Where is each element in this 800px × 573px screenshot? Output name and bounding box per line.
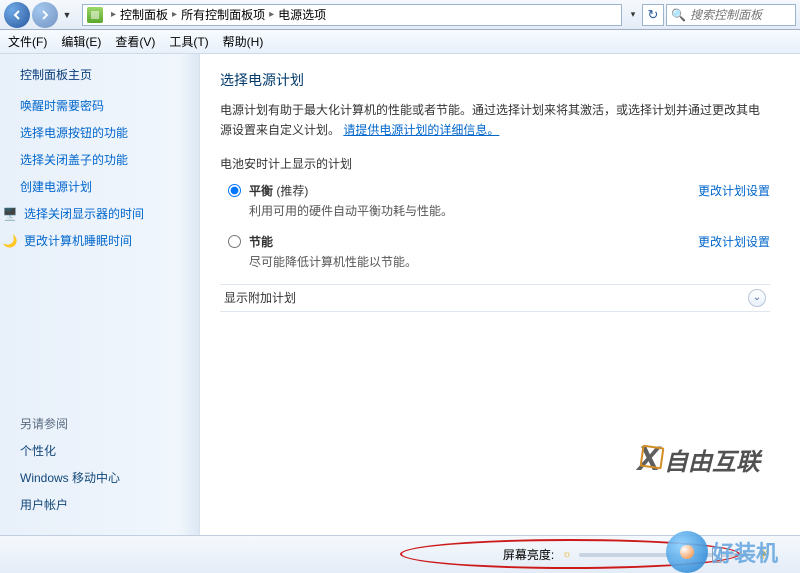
- search-box[interactable]: 🔍: [666, 4, 796, 26]
- control-panel-icon: [87, 7, 103, 23]
- plan-name-balanced: 平衡 (推荐): [249, 182, 688, 199]
- breadcrumb[interactable]: ▸ 控制面板 ▸ 所有控制面板项 ▸ 电源选项: [82, 4, 622, 26]
- plan-settings-link-balanced[interactable]: 更改计划设置: [698, 182, 770, 199]
- crumb-power-options[interactable]: 电源选项: [278, 6, 326, 23]
- nav-buttons: ▼: [0, 2, 78, 28]
- plan-row-balanced: 平衡 (推荐) 利用可用的硬件自动平衡功耗与性能。 更改计划设置: [220, 182, 770, 219]
- crumb-control-panel[interactable]: 控制面板: [120, 6, 168, 23]
- menu-help[interactable]: 帮助(H): [223, 33, 264, 50]
- nav-history-dropdown[interactable]: ▼: [60, 5, 74, 25]
- chevron-right-icon: ▸: [107, 9, 120, 20]
- refresh-button[interactable]: ↻: [642, 4, 664, 26]
- sidebar-link-create-plan[interactable]: 创建电源计划: [20, 178, 195, 195]
- page-description: 电源计划有助于最大化计算机的性能或者节能。通过选择计划来将其激活，或选择计划并通…: [220, 100, 770, 141]
- arrow-right-icon: [39, 9, 51, 21]
- plan-desc-balanced: 利用可用的硬件自动平衡功耗与性能。: [249, 202, 688, 219]
- crumb-all-items[interactable]: 所有控制面板项: [181, 6, 265, 23]
- sidebar-item-label: 选择关闭显示器的时间: [24, 205, 144, 222]
- search-input[interactable]: [690, 8, 791, 22]
- arrow-left-icon: [11, 9, 23, 21]
- sidebar-link-wake-password[interactable]: 唤醒时需要密码: [20, 97, 195, 114]
- menu-edit[interactable]: 编辑(E): [61, 33, 101, 50]
- plan-radio-saver[interactable]: [228, 235, 241, 248]
- sidebar-link-power-button[interactable]: 选择电源按钮的功能: [20, 124, 195, 141]
- brightness-slider[interactable]: [579, 553, 749, 557]
- sidebar-link-personalize[interactable]: 个性化: [20, 442, 195, 459]
- plan-desc-saver: 尽可能降低计算机性能以节能。: [249, 253, 688, 270]
- chevron-down-icon: ⌄: [748, 289, 766, 307]
- menu-file[interactable]: 文件(F): [8, 33, 47, 50]
- sidebar-link-sleep-time[interactable]: 🌙 更改计算机睡眠时间: [2, 232, 195, 249]
- menu-view[interactable]: 查看(V): [115, 33, 155, 50]
- search-icon: 🔍: [671, 8, 686, 22]
- breadcrumb-dropdown[interactable]: ▾: [626, 5, 640, 25]
- nav-right: ▾ ↻ 🔍: [626, 4, 800, 26]
- brightness-label: 屏幕亮度:: [503, 546, 554, 563]
- display-icon: 🖥️: [2, 206, 18, 222]
- slider-thumb[interactable]: [712, 547, 722, 563]
- sidebar-link-user-accounts[interactable]: 用户帐户: [20, 496, 195, 513]
- address-bar: ▼ ▸ 控制面板 ▸ 所有控制面板项 ▸ 电源选项 ▾ ↻ 🔍: [0, 0, 800, 30]
- content-panel: 选择电源计划 电源计划有助于最大化计算机的性能或者节能。通过选择计划来将其激活，…: [200, 54, 800, 535]
- forward-button[interactable]: [32, 2, 58, 28]
- sun-dim-icon: ☼: [562, 549, 571, 560]
- plan-radio-balanced[interactable]: [228, 184, 241, 197]
- plan-name-saver: 节能: [249, 233, 688, 250]
- main-area: 控制面板主页 唤醒时需要密码 选择电源按钮的功能 选择关闭盖子的功能 创建电源计…: [0, 54, 800, 535]
- sleep-icon: 🌙: [2, 233, 18, 249]
- sidebar-item-label: 更改计算机睡眠时间: [24, 232, 132, 249]
- sidebar-link-mobility-center[interactable]: Windows 移动中心: [20, 469, 195, 486]
- sidebar: 控制面板主页 唤醒时需要密码 选择电源按钮的功能 选择关闭盖子的功能 创建电源计…: [0, 54, 200, 535]
- plans-subhead: 电池安时计上显示的计划: [220, 155, 770, 172]
- expander-label: 显示附加计划: [224, 289, 296, 306]
- bottom-bar: 屏幕亮度: ☼ ☀: [0, 535, 800, 573]
- chevron-right-icon: ▸: [168, 9, 181, 20]
- back-button[interactable]: [4, 2, 30, 28]
- sidebar-link-close-lid[interactable]: 选择关闭盖子的功能: [20, 151, 195, 168]
- plan-settings-link-saver[interactable]: 更改计划设置: [698, 233, 770, 250]
- menu-tools[interactable]: 工具(T): [169, 33, 208, 50]
- chevron-right-icon: ▸: [265, 9, 278, 20]
- sun-bright-icon: ☀: [757, 546, 770, 563]
- menu-bar: 文件(F) 编辑(E) 查看(V) 工具(T) 帮助(H): [0, 30, 800, 54]
- sidebar-home[interactable]: 控制面板主页: [20, 66, 195, 83]
- show-additional-plans[interactable]: 显示附加计划 ⌄: [220, 284, 770, 312]
- page-title: 选择电源计划: [220, 70, 770, 90]
- desc-link[interactable]: 请提供电源计划的详细信息。: [343, 123, 499, 137]
- sidebar-see-also-header: 另请参阅: [20, 415, 195, 432]
- plan-row-saver: 节能 尽可能降低计算机性能以节能。 更改计划设置: [220, 233, 770, 270]
- sidebar-link-display-off[interactable]: 🖥️ 选择关闭显示器的时间: [2, 205, 195, 222]
